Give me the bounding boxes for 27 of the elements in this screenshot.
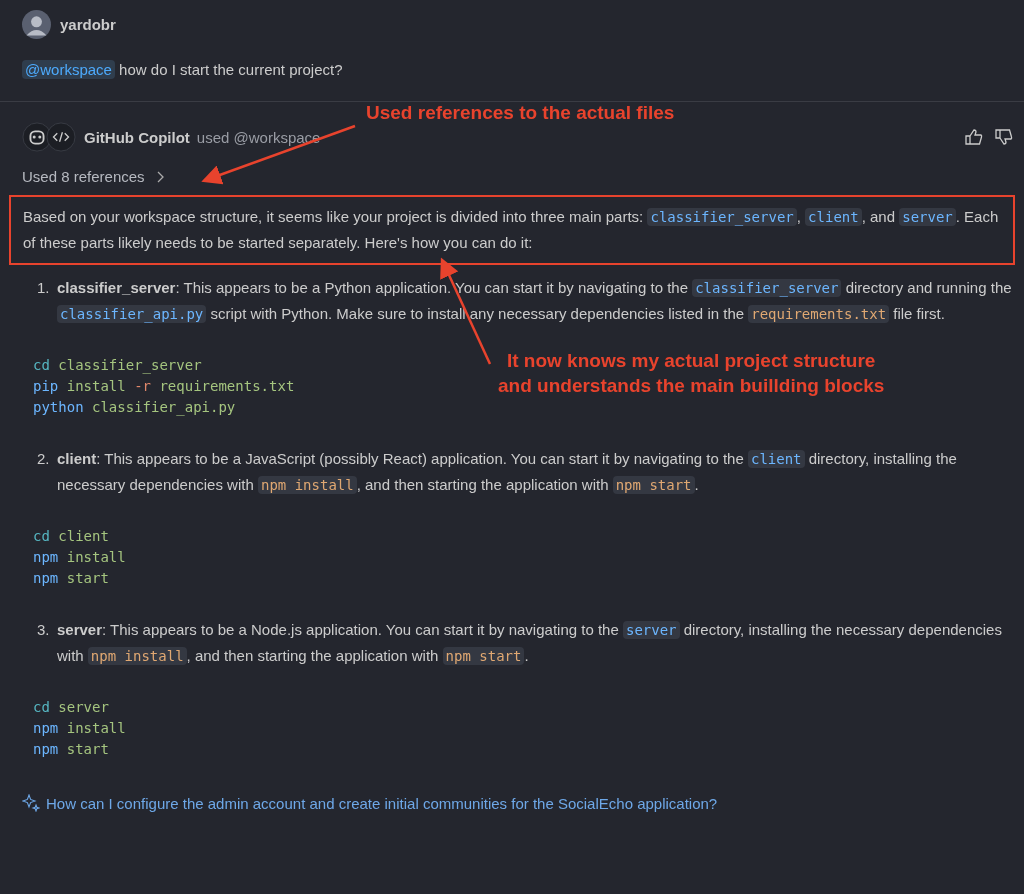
suggestion-link[interactable]: How can I configure the admin account and create initial communities for the SocialEcho application? [46, 794, 718, 812]
code-line: npm install [33, 548, 126, 567]
code-line: cd client [33, 527, 109, 546]
intro-paragraph: Based on your workspace structure, it seems like your project is divided into three main parts: classifier_server , client , and server . Each of these parts likely needs to be started separately. Here's how you can do it: [9, 195, 1015, 265]
list-number: 1. [37, 278, 51, 298]
sparkle-icon [22, 794, 40, 812]
code-line: cd classifier_server [33, 356, 202, 376]
code-line: npm install [33, 719, 126, 738]
code-line: cd server [33, 698, 109, 717]
code-line: npm start [33, 569, 109, 588]
annotation-text: It now knows my actual project structure and understands the main buillding blocks [498, 349, 885, 398]
code-line: pip install -r requirements.txt [33, 377, 295, 396]
user-name: yardobr [60, 16, 116, 33]
user-prompt: @workspace how do I start the current project? [22, 59, 1002, 81]
step-paragraph: server: This appears to be a Node.js application. You can start it by navigating to the server directory, installing the necessary dependencies with npm install , and then starting the application with npm start . [57, 620, 1003, 667]
code-line: npm start [33, 740, 109, 759]
step-paragraph: classifier_server: This appears to be a Python application. You can start it by navigating to the classifier_server directory and running the classifier_api.py script with Python. Make sure to install any necessary dependencies listed in the requirements.txt file first. [57, 278, 1012, 325]
avatar-icon [22, 10, 51, 39]
code-line: python classifier_api.py [33, 398, 236, 418]
code-icon [46, 122, 76, 152]
author-name: GitHub Copilot [84, 128, 190, 146]
list-number: 3. [37, 620, 51, 640]
annotation-text: Used references to the actual files [366, 101, 675, 125]
step-paragraph: client: This appears to be a JavaScript (possibly React) application. You can start it by navigating to the client directory, installing the necessary dependencies with npm install , and then starting the application with npm start . [57, 449, 958, 496]
references-toggle[interactable]: Used 8 references [22, 168, 165, 185]
agent-label: used @workspace [196, 128, 321, 146]
list-number: 2. [37, 449, 51, 469]
